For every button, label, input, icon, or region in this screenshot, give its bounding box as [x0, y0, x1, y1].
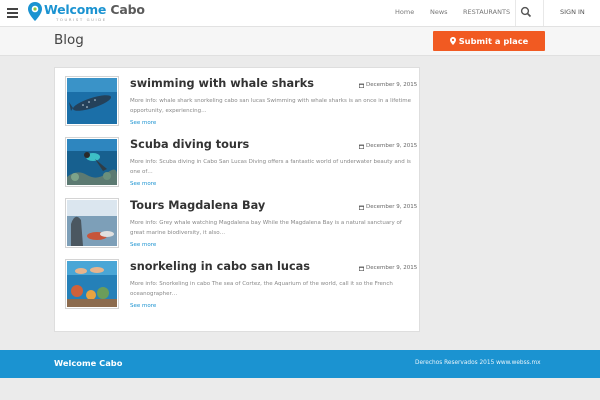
post-excerpt: More info: Grey whale watching Magdalena… — [130, 220, 402, 236]
post-date: December 9, 2015 — [359, 143, 419, 150]
nav-news[interactable]: News — [430, 0, 448, 26]
see-more-link[interactable]: See more — [130, 242, 156, 248]
post-title[interactable]: Tours Magdalena Bay — [130, 199, 265, 212]
page-titlebar: Blog Submit a place — [0, 27, 600, 56]
post-title[interactable]: Scuba diving tours — [130, 138, 249, 151]
post-thumbnail-scuba[interactable] — [65, 137, 119, 187]
post-date: December 9, 2015 — [359, 82, 419, 89]
post-excerpt: More info: Snorkeling in cabo The sea of… — [130, 281, 393, 297]
blog-post: Scuba diving tours December 9, 2015 More… — [55, 129, 421, 190]
logo-text: Welcome Cabo — [44, 2, 145, 17]
search-icon[interactable] — [520, 6, 532, 18]
post-title[interactable]: snorkeling in cabo san lucas — [130, 260, 310, 273]
post-thumbnail-magdalena[interactable] — [65, 198, 119, 248]
post-title[interactable]: swimming with whale sharks — [130, 77, 314, 90]
submit-place-button[interactable]: Submit a place — [433, 31, 545, 51]
post-thumbnail-whale-shark[interactable] — [65, 76, 119, 126]
post-excerpt: More info: Scuba diving in Cabo San Luca… — [130, 159, 411, 175]
blog-post-list: swimming with whale sharks December 9, 2… — [54, 67, 420, 332]
whale-shark-image — [67, 78, 117, 124]
logo-tagline: TOURIST GUIDE — [56, 17, 107, 22]
post-excerpt: More info: whale shark snorkeling cabo s… — [130, 98, 411, 114]
footer-brand[interactable]: Welcome Cabo — [54, 358, 122, 368]
map-marker-icon — [449, 37, 456, 45]
post-date: December 9, 2015 — [359, 265, 419, 272]
signin-link[interactable]: SIGN IN — [560, 0, 585, 26]
page-title: Blog — [54, 32, 84, 48]
nav-divider — [515, 0, 516, 26]
hamburger-icon[interactable] — [7, 8, 18, 18]
nav-restaurants[interactable]: RESTAURANTS — [463, 0, 510, 26]
map-pin-icon — [28, 2, 42, 21]
page-bottom-spacer — [0, 378, 600, 400]
snorkeling-image — [67, 261, 117, 307]
post-date: December 9, 2015 — [359, 204, 419, 211]
see-more-link[interactable]: See more — [130, 181, 156, 187]
grey-whale-image — [67, 200, 117, 246]
submit-place-label: Submit a place — [458, 36, 529, 46]
calendar-icon — [359, 83, 364, 88]
calendar-icon — [359, 144, 364, 149]
blog-post: Tours Magdalena Bay December 9, 2015 Mor… — [55, 190, 421, 251]
blog-post: swimming with whale sharks December 9, 2… — [55, 68, 421, 129]
nav-divider — [543, 0, 544, 26]
post-thumbnail-snorkeling[interactable] — [65, 259, 119, 309]
calendar-icon — [359, 205, 364, 210]
see-more-link[interactable]: See more — [130, 120, 156, 126]
footer-copyright: Derechos Reservados 2015 www.webss.mx — [415, 360, 541, 366]
blog-post: snorkeling in cabo san lucas December 9,… — [55, 251, 421, 312]
see-more-link[interactable]: See more — [130, 303, 156, 309]
scuba-diver-image — [67, 139, 117, 185]
site-footer: Welcome Cabo Derechos Reservados 2015 ww… — [0, 350, 600, 378]
top-navbar: Welcome Cabo TOURIST GUIDE Home News RES… — [0, 0, 600, 27]
calendar-icon — [359, 266, 364, 271]
nav-home[interactable]: Home — [395, 0, 414, 26]
